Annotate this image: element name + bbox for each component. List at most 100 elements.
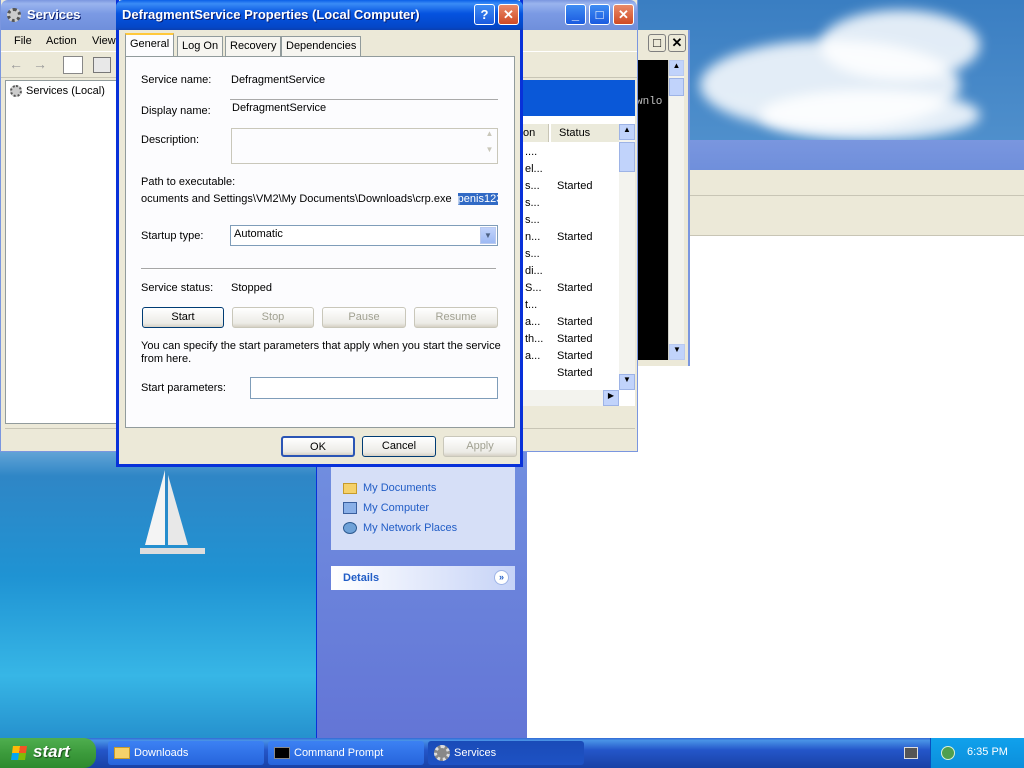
table-row[interactable]: s... Started xyxy=(521,178,619,195)
pause-button[interactable]: Pause xyxy=(322,307,406,328)
clock[interactable]: 6:35 PM xyxy=(967,746,1008,758)
stop-button[interactable]: Stop xyxy=(232,307,314,328)
service-name-cell: n... xyxy=(525,231,541,243)
dialog-titlebar[interactable]: DefragmentService Properties (Local Comp… xyxy=(116,0,523,30)
table-row[interactable]: S... Started xyxy=(521,280,619,297)
services-list: on Status .... el... s... Started s... s... n.… xyxy=(521,80,635,406)
tab-recovery[interactable]: Recovery xyxy=(225,36,282,56)
link-my-documents[interactable]: My Documents xyxy=(343,482,436,494)
gear-icon xyxy=(434,745,450,761)
vertical-scrollbar[interactable]: ▲ ▼ xyxy=(619,124,635,390)
service-name-cell: a... xyxy=(525,316,541,328)
network-icon xyxy=(343,522,357,535)
menu-action[interactable]: Action xyxy=(46,35,77,47)
dialog-title: DefragmentService Properties (Local Comp… xyxy=(122,7,420,22)
start-button[interactable]: start xyxy=(0,738,96,768)
console-scrollbar[interactable]: ▲ ▼ xyxy=(668,60,685,360)
show-hide-tree-icon[interactable] xyxy=(63,56,83,74)
description-field[interactable]: ▲ ▼ xyxy=(231,128,498,164)
gear-icon xyxy=(7,8,21,22)
system-tray: 6:35 PM xyxy=(930,738,1024,768)
console-icon xyxy=(274,747,290,759)
table-row[interactable]: di... xyxy=(521,263,619,280)
separator xyxy=(141,268,496,270)
tab-general[interactable]: General xyxy=(125,33,175,57)
table-row[interactable]: s... xyxy=(521,246,619,263)
service-name-cell: a... xyxy=(525,350,541,362)
table-row[interactable]: s... xyxy=(521,212,619,229)
service-status-cell: Started xyxy=(557,231,593,243)
service-status-cell: Started xyxy=(557,350,593,362)
startup-type-select[interactable]: Automatic ▼ xyxy=(230,225,498,246)
minimize-button[interactable]: _ xyxy=(565,4,586,25)
table-row[interactable]: a... Started xyxy=(521,348,619,365)
menu-view[interactable]: View xyxy=(92,35,116,47)
tree-item-services-local[interactable]: Services (Local) xyxy=(10,85,105,98)
horizontal-scrollbar[interactable]: ▶ xyxy=(521,390,619,406)
tab-log-on[interactable]: Log On xyxy=(177,36,224,56)
ok-button[interactable]: OK xyxy=(281,436,355,457)
column-header-status[interactable]: Status xyxy=(551,124,619,142)
tree-pane: Services (Local) xyxy=(5,80,121,424)
taskbar-item-downloads[interactable]: Downloads xyxy=(108,741,264,765)
close-button[interactable]: ✕ xyxy=(498,4,519,25)
apply-button[interactable]: Apply xyxy=(443,436,517,457)
service-name-cell: s... xyxy=(525,248,540,260)
gear-icon xyxy=(10,85,22,98)
forward-arrow-icon[interactable]: → xyxy=(33,56,47,72)
service-status-value: Stopped xyxy=(231,282,272,294)
maximize-button[interactable]: □ xyxy=(648,34,666,52)
table-row[interactable]: n... Started xyxy=(521,229,619,246)
maximize-button[interactable]: □ xyxy=(589,4,610,25)
table-row[interactable]: .... xyxy=(521,144,619,161)
link-my-computer[interactable]: My Computer xyxy=(343,502,429,515)
start-button[interactable]: Start xyxy=(142,307,224,328)
help-button[interactable]: ? xyxy=(474,4,495,25)
properties-icon[interactable] xyxy=(93,57,111,73)
close-button[interactable]: ✕ xyxy=(613,4,634,25)
keyboard-icon[interactable] xyxy=(904,747,918,759)
table-row[interactable]: a... Started xyxy=(521,314,619,331)
chevron-down-icon[interactable]: » xyxy=(494,570,509,585)
service-name-cell: di... xyxy=(525,265,543,277)
service-name-cell: el... xyxy=(525,163,543,175)
service-status-cell: Started xyxy=(557,180,593,192)
taskbar-item-services[interactable]: Services xyxy=(428,741,584,765)
service-status-cell: Started xyxy=(557,333,593,345)
command-prompt-window: □ ✕ wnlo ▲ ▼ xyxy=(636,30,690,366)
back-arrow-icon[interactable]: ← xyxy=(9,56,23,72)
path-to-executable-field[interactable]: ocuments and Settings\VM2\My Documents\D… xyxy=(141,191,498,209)
display-name-field[interactable]: DefragmentService xyxy=(230,99,498,121)
service-name-cell: s... xyxy=(525,180,540,192)
description-scrollbar[interactable]: ▲ ▼ xyxy=(482,129,497,163)
column-header-name[interactable]: on xyxy=(521,124,549,142)
table-row[interactable]: s... xyxy=(521,195,619,212)
console-area[interactable]: wnlo xyxy=(636,60,668,360)
cancel-button[interactable]: Cancel xyxy=(362,436,436,457)
table-row[interactable]: th... Started xyxy=(521,331,619,348)
service-status-cell: Started xyxy=(557,316,593,328)
network-icon[interactable] xyxy=(941,746,955,760)
general-tab-panel: Service name: DefragmentService Display … xyxy=(125,56,515,428)
start-parameters-hint: You can specify the start parameters tha… xyxy=(141,340,501,365)
start-parameters-input[interactable] xyxy=(250,377,498,399)
menu-file[interactable]: File xyxy=(14,35,32,47)
folder-icon xyxy=(114,747,130,759)
service-status-cell: Started xyxy=(557,282,593,294)
chevron-down-icon[interactable]: ▼ xyxy=(480,227,496,244)
link-my-network-places[interactable]: My Network Places xyxy=(343,522,457,535)
tab-dependencies[interactable]: Dependencies xyxy=(281,36,362,56)
table-row[interactable]: Started xyxy=(521,365,619,382)
close-button[interactable]: ✕ xyxy=(668,34,686,52)
table-row[interactable]: el... xyxy=(521,161,619,178)
windows-logo-icon xyxy=(11,746,27,760)
services-rows: .... el... s... Started s... s... n... Started s… xyxy=(521,144,619,384)
properties-dialog: DefragmentService Properties (Local Comp… xyxy=(116,0,523,467)
service-name-cell: .... xyxy=(525,146,538,158)
selected-text: penis123 xyxy=(457,193,498,205)
taskbar-item-command-prompt[interactable]: Command Prompt xyxy=(268,741,424,765)
resume-button[interactable]: Resume xyxy=(414,307,498,328)
details-section-header[interactable]: Details » xyxy=(331,566,515,590)
table-row[interactable]: t... xyxy=(521,297,619,314)
service-name-cell: t... xyxy=(525,299,538,311)
